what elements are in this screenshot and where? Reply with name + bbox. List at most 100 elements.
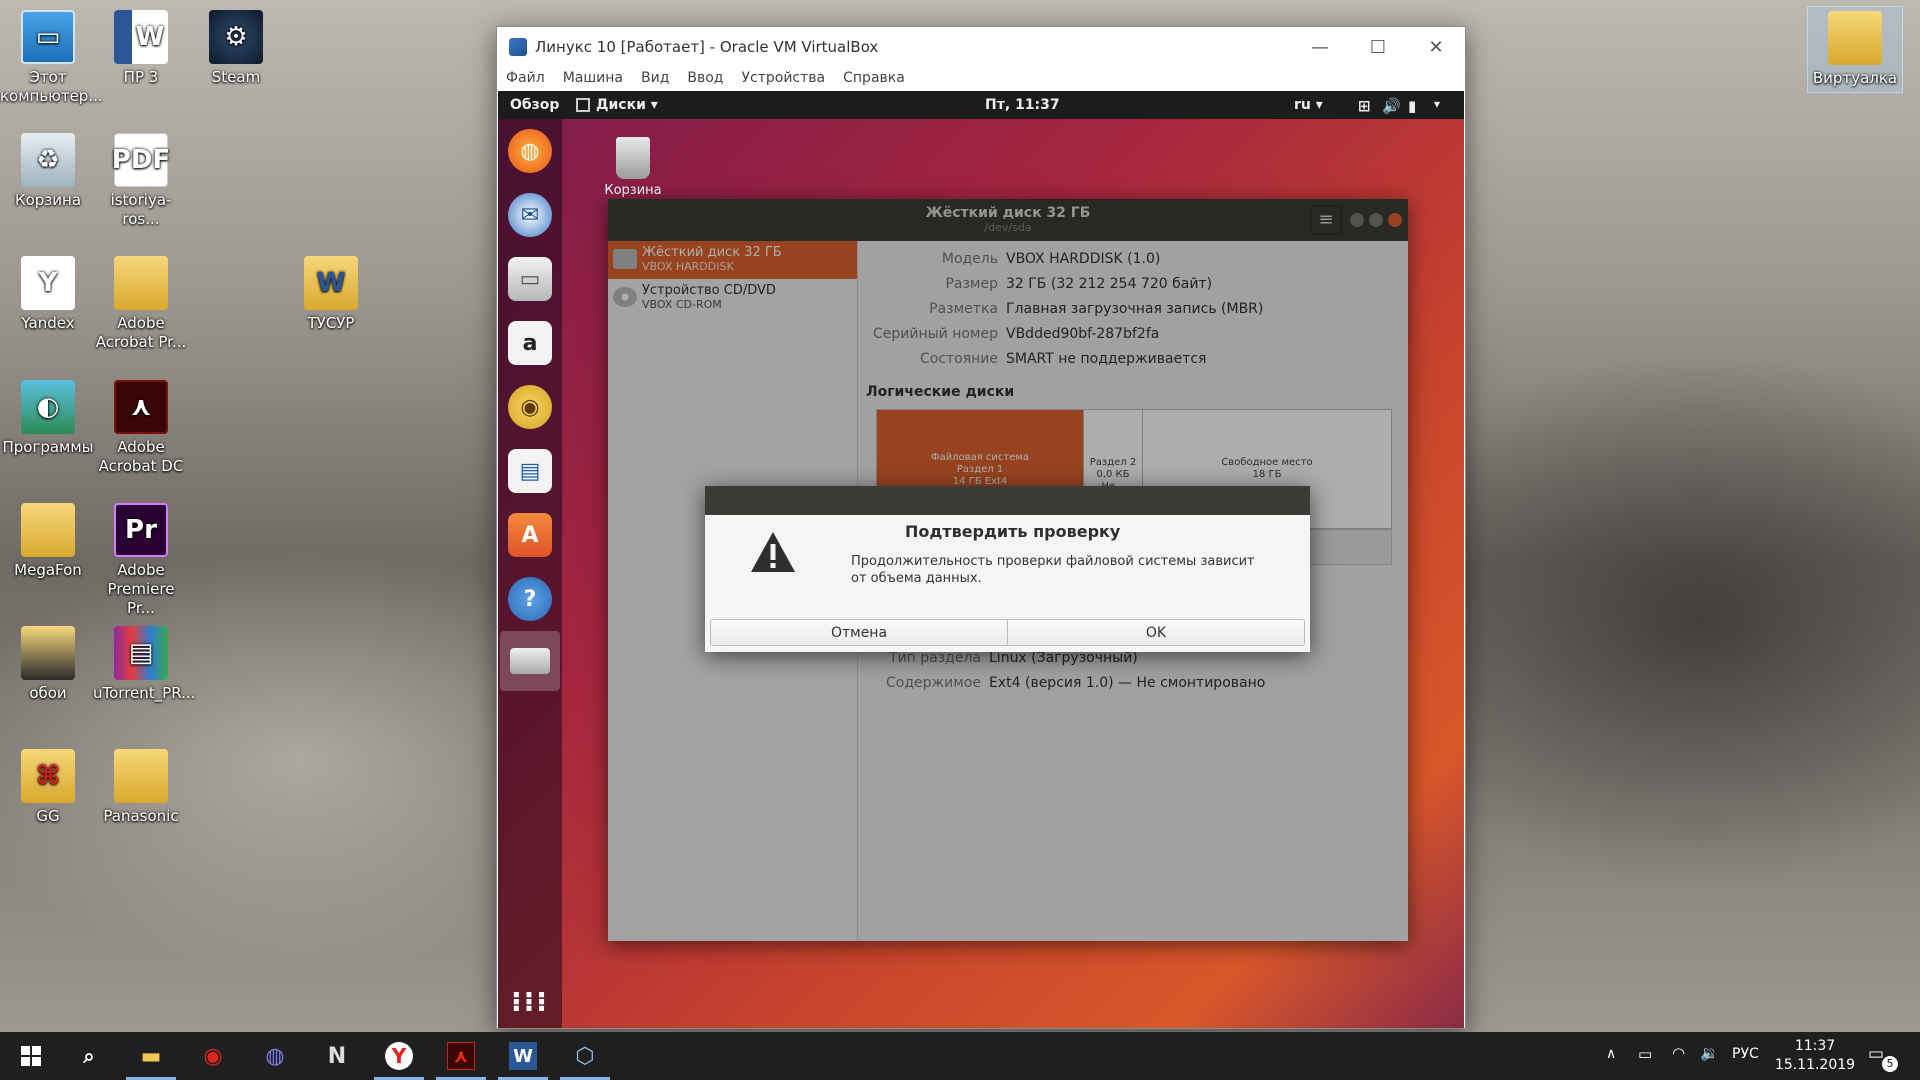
thunderbird-icon[interactable]: ✉	[508, 193, 552, 237]
acrobat-glyph: ⋏	[447, 1042, 475, 1070]
network-icon[interactable]: ⊞	[1358, 97, 1371, 115]
desktop-icon-tusur[interactable]: W ТУСУР	[283, 256, 379, 333]
volume-tray-icon[interactable]: 🔉	[1700, 1044, 1719, 1062]
confirm-check-dialog[interactable]: Подтвердить проверку Продолжительность п…	[705, 486, 1310, 652]
desktop-icon-megafon[interactable]: MegaFon	[0, 503, 96, 580]
files-icon[interactable]: ▭	[508, 257, 552, 301]
wifi-icon[interactable]: ◠	[1672, 1044, 1685, 1062]
software-center-icon[interactable]: A	[508, 513, 552, 557]
start-button[interactable]	[0, 1032, 62, 1080]
folder-icon	[21, 626, 75, 680]
rhythmbox-icon[interactable]: ◉	[508, 385, 552, 429]
trash-icon	[616, 137, 650, 179]
desktop-icon-label: Программы	[2, 438, 94, 456]
language-indicator[interactable]: ru ▾	[1294, 97, 1323, 113]
search-icon[interactable]: ⌕	[58, 1032, 120, 1080]
libreoffice-writer-icon[interactable]: ▤	[508, 449, 552, 493]
desktop-icon-label: ПР 3	[123, 68, 159, 86]
pdf-icon: PDF	[112, 133, 170, 187]
menu-machine[interactable]: Машина	[563, 70, 623, 86]
help-icon[interactable]: ?	[508, 577, 552, 621]
word-taskbar-icon[interactable]: W	[492, 1032, 554, 1080]
word-folder-icon: W	[304, 256, 358, 310]
desktop-icon-label: Yandex	[21, 314, 75, 332]
menu-help[interactable]: Справка	[843, 70, 905, 86]
desktop-icon-pr3[interactable]: W ПР 3	[93, 10, 189, 87]
word-glyph: W	[509, 1042, 537, 1070]
desktop-icon-adobe-acrobat-folder[interactable]: Adobe Acrobat Pr...	[93, 256, 189, 352]
acrobat-taskbar-icon[interactable]: ⋏	[430, 1032, 492, 1080]
desktop-icon-utorrent[interactable]: ▤ uTorrent_PR...	[93, 626, 196, 703]
desktop-icon-label: GG	[36, 807, 60, 825]
recycle-bin-icon: ♻	[21, 133, 75, 187]
clock[interactable]: Пт, 11:37	[985, 97, 1060, 113]
taskbar-clock[interactable]: 11:37 15.11.2019	[1770, 1037, 1860, 1075]
vbox-titlebar[interactable]: Линукс 10 [Работает] - Oracle VM Virtual…	[497, 27, 1465, 67]
volume-icon[interactable]: 🔊	[1382, 97, 1401, 115]
ok-button[interactable]: OK	[1007, 620, 1304, 645]
desktop-icon-virtualka[interactable]: Виртуалка	[1807, 6, 1903, 93]
desktop-icon-label: ТУСУР	[307, 314, 355, 332]
cancel-button[interactable]: Отмена	[711, 620, 1007, 645]
desktop-icon-oboi[interactable]: обои	[0, 626, 96, 703]
yandex-taskbar-icon[interactable]: Y	[368, 1032, 430, 1080]
file-explorer-icon[interactable]: ▬	[120, 1032, 182, 1080]
folder-icon	[1828, 11, 1882, 65]
desktop-icon-recycle-bin[interactable]: ♻ Корзина	[0, 133, 96, 210]
menu-input[interactable]: Ввод	[687, 70, 723, 86]
winrar-icon: ▤	[114, 626, 168, 680]
clock-time: 11:37	[1794, 1038, 1836, 1054]
battery-tray-icon[interactable]: ▭	[1638, 1045, 1652, 1063]
desktop-icon-label: Panasonic	[103, 807, 179, 825]
desktop-icon-label: Корзина	[14, 191, 82, 209]
desktop-icon-programs[interactable]: ◐ Программы	[0, 380, 96, 457]
desktop-icon-label: Adobe Premiere Pr...	[107, 561, 175, 617]
desktop-icon-gg[interactable]: ⌘ GG	[0, 749, 96, 826]
desktop-icon-label: Этот компьютер...	[0, 68, 103, 105]
amazon-icon[interactable]: a	[508, 321, 552, 365]
desktop-icon-label: Виртуалка	[1812, 69, 1898, 87]
notion-icon[interactable]: N	[306, 1032, 368, 1080]
menu-view[interactable]: Вид	[641, 70, 669, 86]
app-menu[interactable]: Диски ▾	[596, 97, 658, 113]
show-applications-icon[interactable]: ⁝⁝⁝	[508, 979, 552, 1023]
game-app-icon[interactable]: ◉	[182, 1032, 244, 1080]
folder-icon	[21, 503, 75, 557]
premiere-icon: Pr	[114, 503, 168, 557]
maximize-button[interactable]: ☐	[1349, 27, 1407, 67]
menu-devices[interactable]: Устройства	[742, 70, 826, 86]
acrobat-icon: ⋏	[114, 380, 168, 434]
windows-taskbar: ⌕ ▬ ◉ ◍ N Y ⋏ W ⬡ ∧ ▭ ◠ 🔉 РУС 11:37 15.1…	[0, 1032, 1920, 1080]
desktop-icon-istoriya[interactable]: PDF istoriya-ros...	[93, 133, 189, 229]
desktop-icon-label: uTorrent_PR...	[93, 684, 196, 702]
menu-file[interactable]: Файл	[506, 70, 545, 86]
disks-dock-icon[interactable]	[500, 631, 560, 691]
dialog-title: Подтвердить проверку	[905, 522, 1121, 541]
input-language[interactable]: РУС	[1732, 1046, 1759, 1062]
browser-app-icon[interactable]: ◍	[244, 1032, 306, 1080]
firefox-icon[interactable]: ◍	[508, 129, 552, 173]
desktop-icon-this-pc[interactable]: ▭ Этот компьютер...	[0, 10, 103, 106]
dialog-message-line: от объема данных.	[851, 571, 982, 586]
virtualbox-icon	[509, 38, 527, 56]
folder-icon	[114, 256, 168, 310]
desktop-icon-acrobat-dc[interactable]: ⋏ Adobe Acrobat DC	[93, 380, 189, 476]
windows-logo-icon	[21, 1046, 41, 1066]
desktop-icon-premiere[interactable]: Pr Adobe Premiere Pr...	[93, 503, 189, 618]
system-menu-icon[interactable]: ▾	[1434, 97, 1440, 111]
yandex-browser-icon: Y	[21, 256, 75, 310]
desktop-icon-steam[interactable]: ⚙ Steam	[188, 10, 284, 87]
close-button[interactable]: ✕	[1407, 27, 1465, 67]
minimize-button[interactable]: —	[1291, 27, 1349, 67]
virtualbox-taskbar-icon[interactable]: ⬡	[554, 1032, 616, 1080]
folder-icon	[114, 749, 168, 803]
tray-overflow-icon[interactable]: ∧	[1606, 1046, 1616, 1062]
activities-button[interactable]: Обзор	[510, 97, 559, 113]
guest-trash[interactable]: Корзина	[598, 137, 668, 198]
battery-icon[interactable]: ▮	[1408, 97, 1416, 115]
desktop-icon-yandex[interactable]: Y Yandex	[0, 256, 96, 333]
dialog-titlebar[interactable]	[705, 486, 1310, 515]
desktop-icon-panasonic[interactable]: Panasonic	[93, 749, 189, 826]
ubuntu-dock: ◍ ✉ ▭ a ◉ ▤ A ? ⁝⁝⁝	[498, 119, 562, 1028]
dialog-message-line: Продолжительность проверки файловой сист…	[851, 554, 1255, 569]
